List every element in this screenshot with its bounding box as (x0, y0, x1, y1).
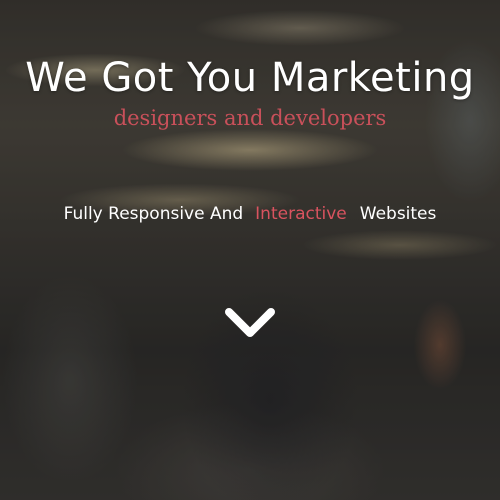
hero-subtitle: designers and developers (113, 106, 387, 130)
scroll-down-button[interactable] (222, 302, 278, 344)
hero-section: We Got You Marketing designers and devel… (0, 0, 500, 500)
chevron-down-icon (225, 308, 275, 337)
tagline-text-start: Fully Responsive And (63, 204, 244, 224)
hero-title: We Got You Marketing (25, 55, 475, 101)
hero-tagline: Fully Responsive And Interactive Websites (0, 202, 500, 226)
tagline-text-end: Websites (359, 204, 437, 224)
hero-content: We Got You Marketing designers and devel… (0, 0, 500, 500)
tagline-highlight: Interactive (255, 204, 347, 224)
